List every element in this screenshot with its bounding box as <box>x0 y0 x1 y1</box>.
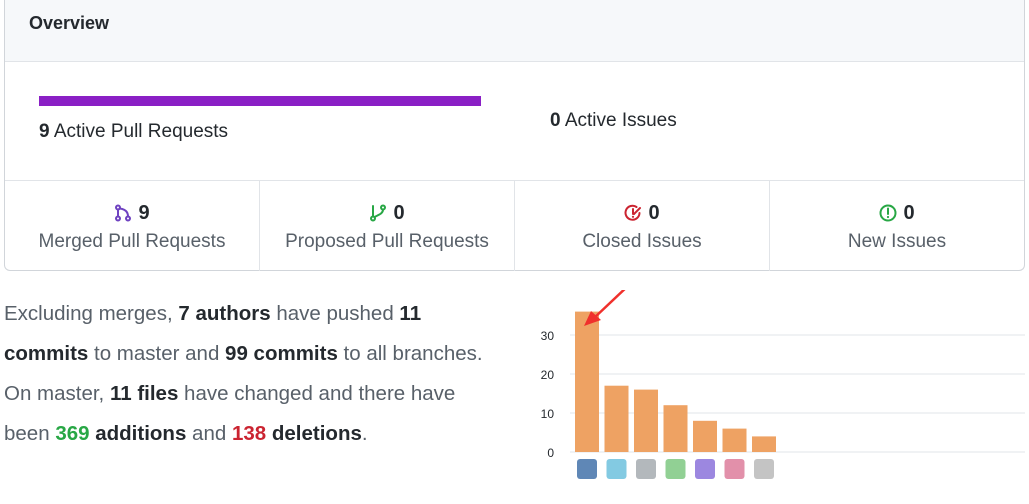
merged-pull-requests-count: 9 <box>138 201 150 224</box>
overview-panel: Overview 9 Active Pull Requests 0 Active… <box>4 0 1025 271</box>
stats-row: 9 Merged Pull Requests 0 Proposed Pull R… <box>5 181 1024 271</box>
deletions-count: 138 <box>231 422 267 445</box>
contributor-avatar[interactable] <box>754 459 774 479</box>
pull-requests-bar <box>39 96 481 106</box>
active-pull-requests-link[interactable]: 9 Active Pull Requests <box>39 121 228 143</box>
contributor-avatar[interactable] <box>636 459 656 479</box>
y-tick-label: 30 <box>541 329 555 343</box>
contributors-chart-svg: 0 10 20 30 <box>541 266 1025 479</box>
proposed-pull-requests-label: Proposed Pull Requests <box>285 231 489 252</box>
active-pull-requests-label: Active Pull Requests <box>53 121 229 142</box>
proposed-pull-requests-stat[interactable]: 0 Proposed Pull Requests <box>260 181 515 271</box>
y-tick-label: 20 <box>541 368 555 382</box>
commit-summary: Excluding merges, 7 authors have pushed … <box>4 294 499 454</box>
contributor-bar[interactable] <box>693 420 717 452</box>
contributor-avatar[interactable] <box>695 459 715 479</box>
deletions-label: deletions <box>271 422 362 445</box>
new-issues-stat[interactable]: 0 New Issues <box>770 181 1024 271</box>
contributors-chart: 0 10 20 30 <box>520 266 1029 499</box>
annotation-arrow <box>584 266 649 326</box>
merged-pull-requests-label: Merged Pull Requests <box>38 231 226 252</box>
contributor-avatar[interactable] <box>724 459 745 479</box>
contributor-bar[interactable] <box>634 389 658 452</box>
new-issue-icon <box>879 204 897 222</box>
closed-issue-icon <box>624 204 642 222</box>
merged-pull-requests-stat[interactable]: 9 Merged Pull Requests <box>5 181 260 271</box>
summary-text: Excluding merges, <box>4 302 179 325</box>
new-issues-label: New Issues <box>847 231 947 252</box>
closed-issues-label: Closed Issues <box>582 231 702 252</box>
contributor-bar[interactable] <box>604 385 629 452</box>
summary-text: to master and <box>88 342 226 365</box>
contributor-bar[interactable] <box>752 436 776 452</box>
contributor-avatar[interactable] <box>606 459 627 479</box>
summary-text: . <box>361 422 368 445</box>
active-issues-label: Active Issues <box>564 110 677 131</box>
additions-label: additions <box>95 422 187 445</box>
proposed-pull-requests-count: 0 <box>393 201 405 224</box>
closed-issues-stat[interactable]: 0 Closed Issues <box>515 181 770 271</box>
contributor-bar[interactable] <box>663 405 688 452</box>
active-issues-count: 0 <box>550 110 561 131</box>
contributor-bar[interactable] <box>575 311 599 452</box>
authors-count: 7 authors <box>178 302 271 325</box>
active-pull-requests-count: 9 <box>39 121 50 142</box>
contributor-avatar[interactable] <box>577 459 597 479</box>
summary-text: have pushed <box>270 302 400 325</box>
files-changed-count: 11 files <box>109 382 179 405</box>
contributor-bar[interactable] <box>722 428 747 452</box>
active-issues-link[interactable]: 0 Active Issues <box>550 110 677 132</box>
overview-header: Overview <box>5 0 1024 62</box>
open-pr-icon <box>369 204 387 222</box>
new-issues-count: 0 <box>903 201 915 224</box>
summary-text: and <box>186 422 232 445</box>
additions-count: 369 <box>55 422 90 445</box>
contributor-avatar[interactable] <box>665 459 686 479</box>
activity-section: 9 Active Pull Requests 0 Active Issues <box>5 62 1024 181</box>
y-tick-label: 0 <box>547 446 554 460</box>
merged-pr-icon <box>114 204 132 222</box>
overview-title: Overview <box>29 13 110 33</box>
y-tick-label: 10 <box>541 407 555 421</box>
all-commits-count: 99 commits <box>225 342 338 365</box>
closed-issues-count: 0 <box>648 201 660 224</box>
